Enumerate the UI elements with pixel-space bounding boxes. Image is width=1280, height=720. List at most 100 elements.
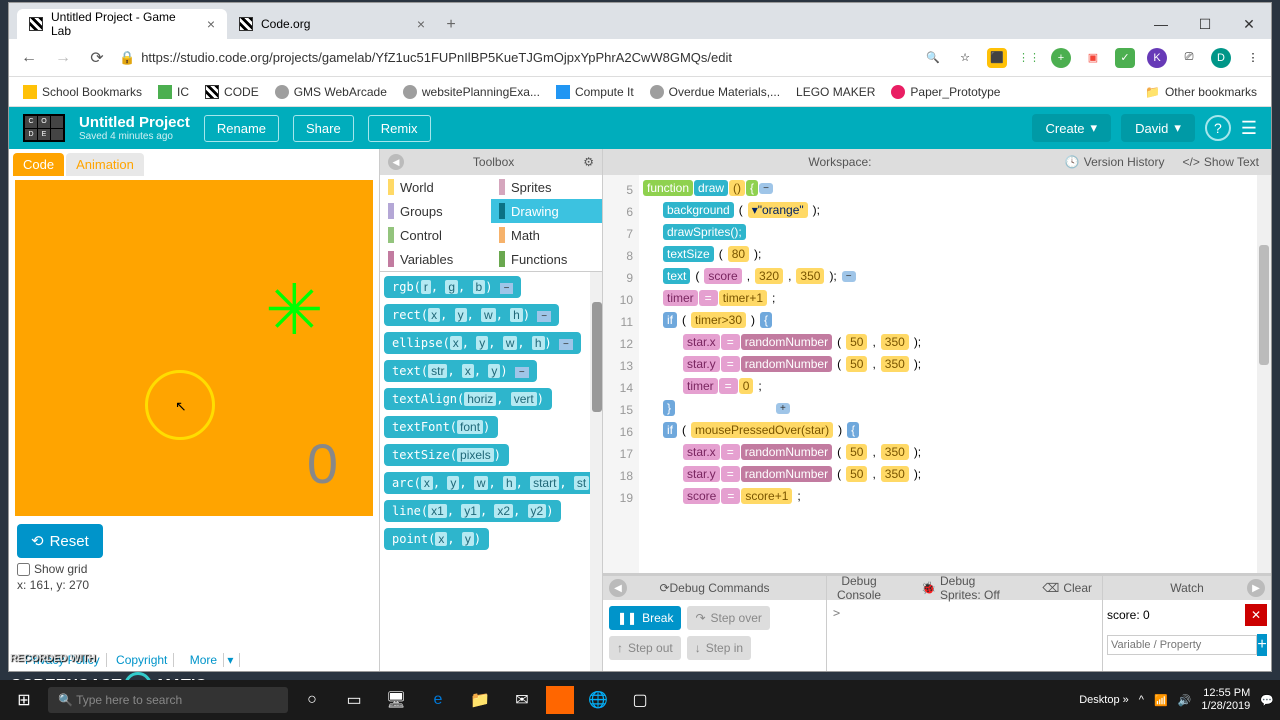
chrome-icon[interactable]: 🌐 (580, 684, 616, 716)
step-out-button[interactable]: ↑Step out (609, 636, 681, 660)
block-rect[interactable]: rect(x, y, w, h) − (384, 304, 559, 326)
help-button[interactable]: ? (1205, 115, 1231, 141)
break-button[interactable]: ❚❚Break (609, 606, 681, 630)
category-variables[interactable]: Variables (380, 247, 491, 271)
forward-button[interactable]: → (51, 46, 75, 70)
profile-icon[interactable]: D (1211, 48, 1231, 68)
ext-icon[interactable]: K (1147, 48, 1167, 68)
bookmark-item[interactable]: Paper_Prototype (885, 83, 1006, 101)
star-icon[interactable]: ☆ (955, 48, 975, 68)
new-tab-button[interactable]: + (437, 11, 465, 39)
game-canvas[interactable]: ✳ ↖ 0 (15, 180, 373, 516)
bookmark-item[interactable]: Overdue Materials,... (644, 83, 786, 101)
block-textalign[interactable]: textAlign(horiz, vert) (384, 388, 552, 410)
category-sprites[interactable]: Sprites (491, 175, 602, 199)
back-button[interactable]: ← (17, 46, 41, 70)
category-math[interactable]: Math (491, 223, 602, 247)
remix-button[interactable]: Remix (368, 115, 431, 142)
tray-icon[interactable]: ^ (1139, 694, 1144, 706)
app-icon[interactable]: ▢ (622, 684, 658, 716)
add-watch-button[interactable]: + (1257, 634, 1267, 656)
minimize-button[interactable]: — (1139, 9, 1183, 39)
debug-sprites-toggle[interactable]: 🐞Debug Sprites: Off (921, 574, 1002, 602)
share-button[interactable]: Share (293, 115, 354, 142)
close-window-button[interactable]: ✕ (1227, 9, 1271, 39)
create-button[interactable]: Create ▾ (1032, 114, 1112, 142)
close-icon[interactable]: × (207, 16, 215, 32)
category-functions[interactable]: Functions (491, 247, 602, 271)
gear-icon[interactable]: ⚙ (583, 155, 594, 169)
browser-tab[interactable]: Code.org × (227, 9, 437, 39)
reset-button[interactable]: ⟲ Reset (17, 524, 103, 558)
bookmark-item[interactable]: LEGO MAKER (790, 83, 881, 101)
edge-icon[interactable]: e (420, 684, 456, 716)
notifications-icon[interactable]: 💬 (1260, 694, 1274, 707)
reload-button[interactable]: ⟳ (85, 46, 109, 70)
user-menu[interactable]: David ▾ (1121, 114, 1195, 142)
task-view-icon[interactable]: ▭ (336, 684, 372, 716)
tab-code[interactable]: Code (13, 153, 64, 176)
block-textsize[interactable]: textSize(pixels) (384, 444, 509, 466)
taskbar-search[interactable]: 🔍 Type here to search (48, 687, 288, 713)
show-grid-checkbox[interactable]: Show grid (17, 562, 371, 576)
clear-button[interactable]: ⌫Clear (1042, 581, 1092, 595)
block-point[interactable]: point(x, y) (384, 528, 489, 550)
cast-icon[interactable]: ⎚ (1179, 48, 1199, 68)
block-rgb[interactable]: rgb(r, g, b) − (384, 276, 521, 298)
tab-animation[interactable]: Animation (66, 153, 144, 176)
bookmark-item[interactable]: websitePlanningExa... (397, 83, 546, 101)
ext-icon[interactable]: ✓ (1115, 48, 1135, 68)
block-arc[interactable]: arc(x, y, w, h, start, st (384, 472, 597, 494)
category-drawing[interactable]: Drawing (491, 199, 602, 223)
collapse-icon[interactable]: ◀ (609, 579, 627, 597)
rename-button[interactable]: Rename (204, 115, 279, 142)
ext-icon[interactable]: + (1051, 48, 1071, 68)
block-line[interactable]: line(x1, y1, x2, y2) (384, 500, 561, 522)
block-text[interactable]: text(str, x, y) − (384, 360, 537, 382)
block-textfont[interactable]: textFont(font) (384, 416, 498, 438)
bookmark-item[interactable]: School Bookmarks (17, 83, 148, 101)
workspace-scrollbar[interactable] (1257, 175, 1271, 573)
cortana-icon[interactable]: ○ (294, 684, 330, 716)
mail-icon[interactable]: ✉ (504, 684, 540, 716)
category-groups[interactable]: Groups (380, 199, 491, 223)
codeorg-logo-icon[interactable]: CODE (23, 114, 65, 142)
watch-input[interactable] (1107, 635, 1257, 655)
collapse-icon[interactable]: ◀ (388, 154, 404, 170)
category-control[interactable]: Control (380, 223, 491, 247)
hamburger-icon[interactable]: ☰ (1241, 118, 1257, 139)
step-in-button[interactable]: ↓Step in (687, 636, 751, 660)
network-icon[interactable]: 📶 (1154, 694, 1168, 707)
copyright-link[interactable]: Copyright (110, 653, 174, 667)
volume-icon[interactable]: 🔊 (1178, 694, 1192, 707)
bookmark-item[interactable]: CODE (199, 83, 265, 101)
app-icon[interactable]: 🖥 (378, 684, 414, 716)
app-icon[interactable] (546, 686, 574, 714)
browser-tab-active[interactable]: Untitled Project - Game Lab × (17, 9, 227, 39)
zoom-icon[interactable]: 🔍 (923, 48, 943, 68)
show-text-button[interactable]: </>Show Text (1182, 155, 1259, 169)
code-editor[interactable]: 567 8910 111213 141516 171819 functiondr… (603, 175, 1271, 573)
ext-icon[interactable]: ▣ (1083, 48, 1103, 68)
start-button[interactable]: ⊞ (6, 684, 42, 716)
ext-icon[interactable]: ⬛ (987, 48, 1007, 68)
bookmark-item[interactable]: IC (152, 83, 195, 101)
debug-console[interactable] (827, 600, 1102, 626)
close-icon[interactable]: × (417, 16, 425, 32)
bookmark-item[interactable]: Compute It (550, 83, 640, 101)
bookmark-item[interactable]: GMS WebArcade (269, 83, 393, 101)
toolbox-scrollbar[interactable] (590, 272, 602, 671)
step-over-button[interactable]: ↷Step over (687, 606, 769, 630)
url-field[interactable]: 🔒 https://studio.code.org/projects/gamel… (119, 50, 913, 66)
delete-watch-button[interactable]: ✕ (1245, 604, 1267, 626)
category-world[interactable]: World (380, 175, 491, 199)
ext-icon[interactable]: ⋮⋮ (1019, 48, 1039, 68)
block-ellipse[interactable]: ellipse(x, y, w, h) − (384, 332, 581, 354)
menu-icon[interactable]: ⋮ (1243, 48, 1263, 68)
expand-icon[interactable]: ▶ (1247, 579, 1265, 597)
more-link[interactable]: More ▾ (178, 653, 241, 667)
version-history-button[interactable]: 🕓Version History (1065, 155, 1165, 169)
system-clock[interactable]: 12:55 PM1/28/2019 (1201, 687, 1250, 713)
explorer-icon[interactable]: 📁 (462, 684, 498, 716)
maximize-button[interactable]: ☐ (1183, 9, 1227, 39)
